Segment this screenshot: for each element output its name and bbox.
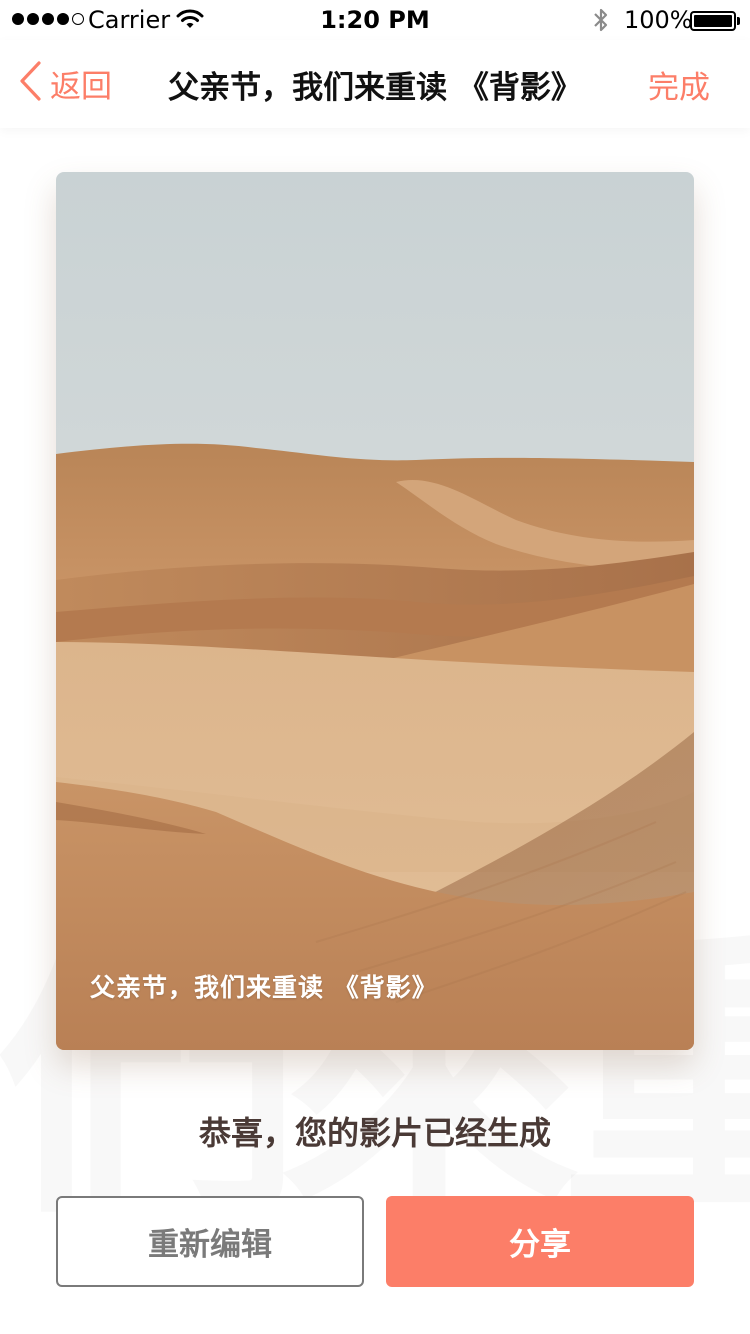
video-caption: 父亲节，我们来重读 《背影》 bbox=[90, 973, 438, 1002]
chevron-left-icon bbox=[18, 60, 42, 106]
desert-dunes-image bbox=[56, 172, 694, 1050]
back-label: 返回 bbox=[50, 68, 112, 105]
status-bar: Carrier 1:20 PM 100% bbox=[0, 0, 750, 40]
success-message: 恭喜，您的影片已经生成 bbox=[198, 1114, 551, 1152]
battery-percentage: 100% bbox=[624, 6, 693, 34]
page-title: 父亲节，我们来重读 《背影》 bbox=[168, 70, 582, 106]
video-preview-card[interactable]: 父亲节，我们来重读 《背影》 bbox=[56, 172, 694, 1050]
navigation-bar: 返回 父亲节，我们来重读 《背影》 完成 bbox=[0, 40, 750, 128]
re-edit-button[interactable]: 重新编辑 bbox=[56, 1196, 364, 1287]
done-button[interactable]: 完成 bbox=[648, 62, 710, 107]
battery-cap bbox=[737, 17, 740, 25]
bluetooth-icon bbox=[592, 6, 610, 38]
battery-icon bbox=[690, 11, 736, 31]
share-button[interactable]: 分享 bbox=[386, 1196, 694, 1287]
back-button[interactable]: 返回 bbox=[18, 60, 112, 106]
screen: Carrier 1:20 PM 100% 返回 父亲节，我们来重读 《背影》 完… bbox=[0, 0, 750, 1334]
